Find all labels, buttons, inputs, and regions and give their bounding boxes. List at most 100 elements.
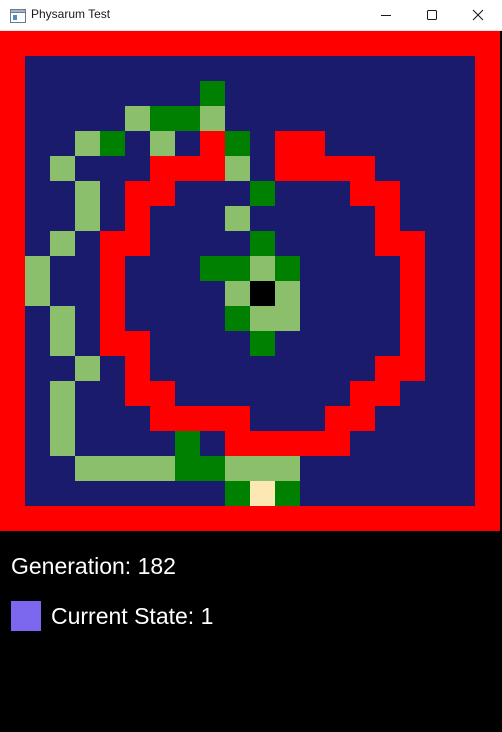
grid-cell <box>75 331 101 357</box>
grid-cell <box>475 431 500 457</box>
grid-cell <box>50 331 76 357</box>
grid-cell <box>275 181 301 207</box>
grid-cell <box>400 281 426 307</box>
grid-cell <box>125 381 151 407</box>
grid-cell <box>50 506 76 531</box>
grid-cell <box>300 356 326 382</box>
grid-cell <box>475 156 500 182</box>
grid-cell <box>25 481 51 507</box>
grid-cell <box>300 281 326 307</box>
grid-cell <box>100 356 126 382</box>
grid-cell <box>50 481 76 507</box>
grid-cell <box>450 281 476 307</box>
grid-cell <box>250 481 276 507</box>
grid-cell <box>75 481 101 507</box>
grid-cell <box>0 406 26 432</box>
grid-cell <box>50 431 76 457</box>
grid-cell <box>225 456 251 482</box>
grid-cell <box>50 356 76 382</box>
grid-cell <box>300 506 326 531</box>
grid-cell <box>425 481 451 507</box>
grid-cell <box>400 306 426 332</box>
grid-cell <box>175 131 201 157</box>
maximize-icon <box>427 10 437 20</box>
grid-cell <box>150 356 176 382</box>
grid-cell <box>150 306 176 332</box>
grid-cell <box>250 256 276 282</box>
grid-cell <box>400 406 426 432</box>
grid-cell <box>125 81 151 107</box>
grid-cell <box>425 281 451 307</box>
grid-cell <box>50 56 76 82</box>
grid-cell <box>375 356 401 382</box>
grid-cell <box>175 156 201 182</box>
grid-cell <box>275 206 301 232</box>
grid-cell <box>350 256 376 282</box>
grid-cell <box>400 206 426 232</box>
close-button[interactable] <box>455 0 501 31</box>
grid-cell <box>375 206 401 232</box>
grid-cell <box>0 256 26 282</box>
grid-cell <box>175 306 201 332</box>
simulation-grid[interactable] <box>0 31 500 531</box>
grid-cell <box>125 31 151 57</box>
grid-cell <box>350 406 376 432</box>
grid-cell <box>450 156 476 182</box>
grid-cell <box>25 306 51 332</box>
grid-cell <box>200 106 226 132</box>
grid-cell <box>200 131 226 157</box>
grid-cell <box>0 106 26 132</box>
grid-cell <box>275 431 301 457</box>
grid-cell <box>425 156 451 182</box>
grid-cell <box>0 231 26 257</box>
minimize-button[interactable] <box>363 0 409 31</box>
grid-cell <box>475 456 500 482</box>
grid-cell <box>175 181 201 207</box>
grid-cell <box>150 81 176 107</box>
grid-cell <box>25 456 51 482</box>
grid-cell <box>400 181 426 207</box>
grid-cell <box>25 131 51 157</box>
grid-cell <box>175 106 201 132</box>
maximize-button[interactable] <box>409 0 455 31</box>
grid-cell <box>350 431 376 457</box>
grid-cell <box>200 81 226 107</box>
grid-cell <box>25 431 51 457</box>
grid-cell <box>350 481 376 507</box>
grid-cell <box>175 281 201 307</box>
grid-cell <box>25 181 51 207</box>
grid-cell <box>275 506 301 531</box>
grid-cell <box>25 56 51 82</box>
grid-cell <box>375 281 401 307</box>
grid-cell <box>400 481 426 507</box>
grid-cell <box>75 281 101 307</box>
grid-cell <box>275 106 301 132</box>
grid-cell <box>275 456 301 482</box>
grid-cell <box>425 131 451 157</box>
title-bar[interactable]: Physarum Test <box>0 0 502 31</box>
grid-cell <box>250 281 276 307</box>
grid-cell <box>300 256 326 282</box>
grid-cell <box>75 31 101 57</box>
state-color-swatch <box>11 601 41 631</box>
grid-cell <box>250 81 276 107</box>
grid-cell <box>150 381 176 407</box>
grid-cell <box>150 256 176 282</box>
grid-cell <box>300 156 326 182</box>
grid-cell <box>25 381 51 407</box>
grid-cell <box>200 31 226 57</box>
grid-cell <box>200 356 226 382</box>
grid-cell <box>400 431 426 457</box>
grid-cell <box>350 31 376 57</box>
grid-cell <box>50 106 76 132</box>
grid-cell <box>75 231 101 257</box>
grid-cell <box>350 381 376 407</box>
grid-cell <box>75 106 101 132</box>
window-title: Physarum Test <box>31 7 111 21</box>
grid-cell <box>125 156 151 182</box>
grid-cell <box>50 81 76 107</box>
grid-cell <box>275 306 301 332</box>
grid-cell <box>350 281 376 307</box>
grid-cell <box>475 331 500 357</box>
grid-cell <box>250 331 276 357</box>
